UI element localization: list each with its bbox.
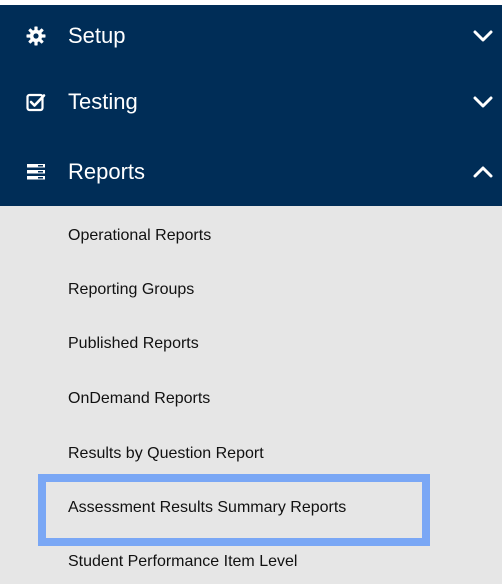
checkbox-icon <box>24 90 48 114</box>
nav-setup-label: Setup <box>68 23 126 48</box>
submenu-item-results-by-question-report[interactable]: Results by Question Report <box>68 444 264 464</box>
reports-icon <box>24 160 48 184</box>
submenu-item-ondemand-reports[interactable]: OnDemand Reports <box>68 389 210 409</box>
gear-icon <box>24 24 48 48</box>
nav-setup[interactable]: Setup <box>0 5 502 67</box>
nav-reports[interactable]: Reports <box>0 137 502 206</box>
submenu-item-student-performance-item-level[interactable]: Student Performance Item Level <box>68 552 297 572</box>
chevron-down-icon[interactable] <box>470 90 496 114</box>
submenu-item-reporting-groups[interactable]: Reporting Groups <box>68 280 194 300</box>
submenu-item-published-reports[interactable]: Published Reports <box>68 334 199 354</box>
highlight-box <box>38 474 430 546</box>
chevron-up-icon[interactable] <box>470 160 496 184</box>
nav-reports-label: Reports <box>68 158 146 184</box>
chevron-down-icon[interactable] <box>470 24 496 48</box>
nav-testing[interactable]: Testing <box>0 67 502 137</box>
submenu-item-operational-reports[interactable]: Operational Reports <box>68 226 211 246</box>
nav-testing-label: Testing <box>68 89 138 114</box>
